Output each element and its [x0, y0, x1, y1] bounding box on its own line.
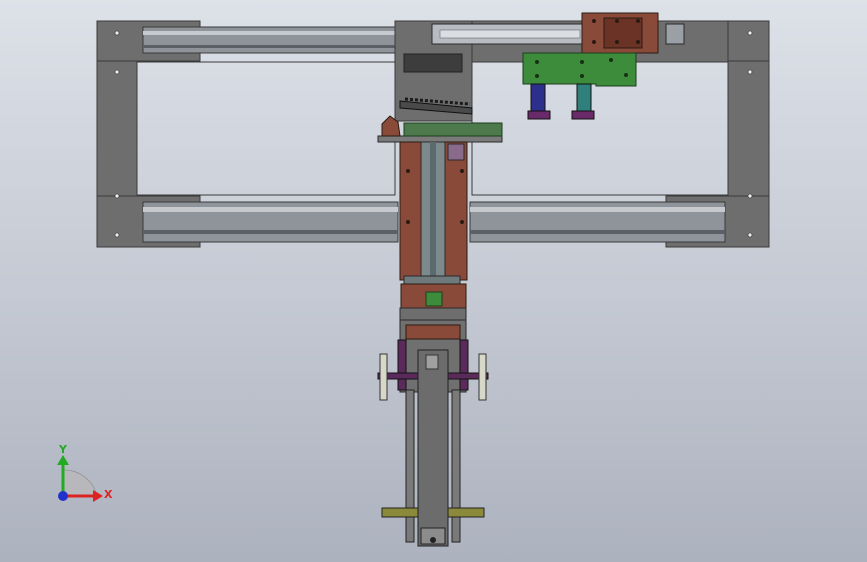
triad-y-label: Y	[58, 443, 68, 456]
triad-arc	[62, 469, 98, 497]
lower-plate	[399, 307, 467, 321]
left-guide-rod	[405, 389, 415, 543]
cad-viewport[interactable]: Y X	[0, 0, 867, 562]
right-sensor	[478, 353, 487, 401]
top-left-rail	[142, 26, 399, 54]
blue-cylinder-foot	[527, 110, 551, 120]
teal-cylinder-foot	[571, 110, 595, 120]
purple-side-right	[459, 339, 469, 391]
purple-side-left	[397, 339, 407, 391]
gripper-shaft	[417, 349, 449, 547]
sensor-block	[447, 143, 465, 161]
olive-clamp-right	[447, 507, 485, 518]
y-axis-arrow	[57, 455, 69, 465]
column-base-flange	[403, 275, 461, 285]
cylinder-end-cap	[665, 23, 685, 45]
olive-clamp-left	[381, 507, 419, 518]
axis-triad: Y X	[57, 443, 113, 502]
green-strip	[403, 122, 503, 137]
top-carriage	[394, 12, 729, 122]
frame-inner-opening	[136, 61, 396, 196]
left-sensor	[379, 353, 388, 401]
right-guide-rod	[451, 389, 461, 543]
blue-cylinder	[530, 83, 546, 113]
top-deck-plate	[377, 135, 503, 143]
z-axis-dot	[58, 491, 68, 501]
green-mount-plate	[522, 52, 637, 87]
x-axis-arrow	[93, 490, 103, 502]
triad-x-label: X	[104, 488, 113, 501]
teal-cylinder	[576, 83, 592, 113]
assembly-drawing[interactable]: Y X	[0, 0, 867, 562]
carriage-window	[403, 53, 463, 73]
green-coupling	[425, 291, 443, 307]
vertical-column	[377, 115, 503, 547]
